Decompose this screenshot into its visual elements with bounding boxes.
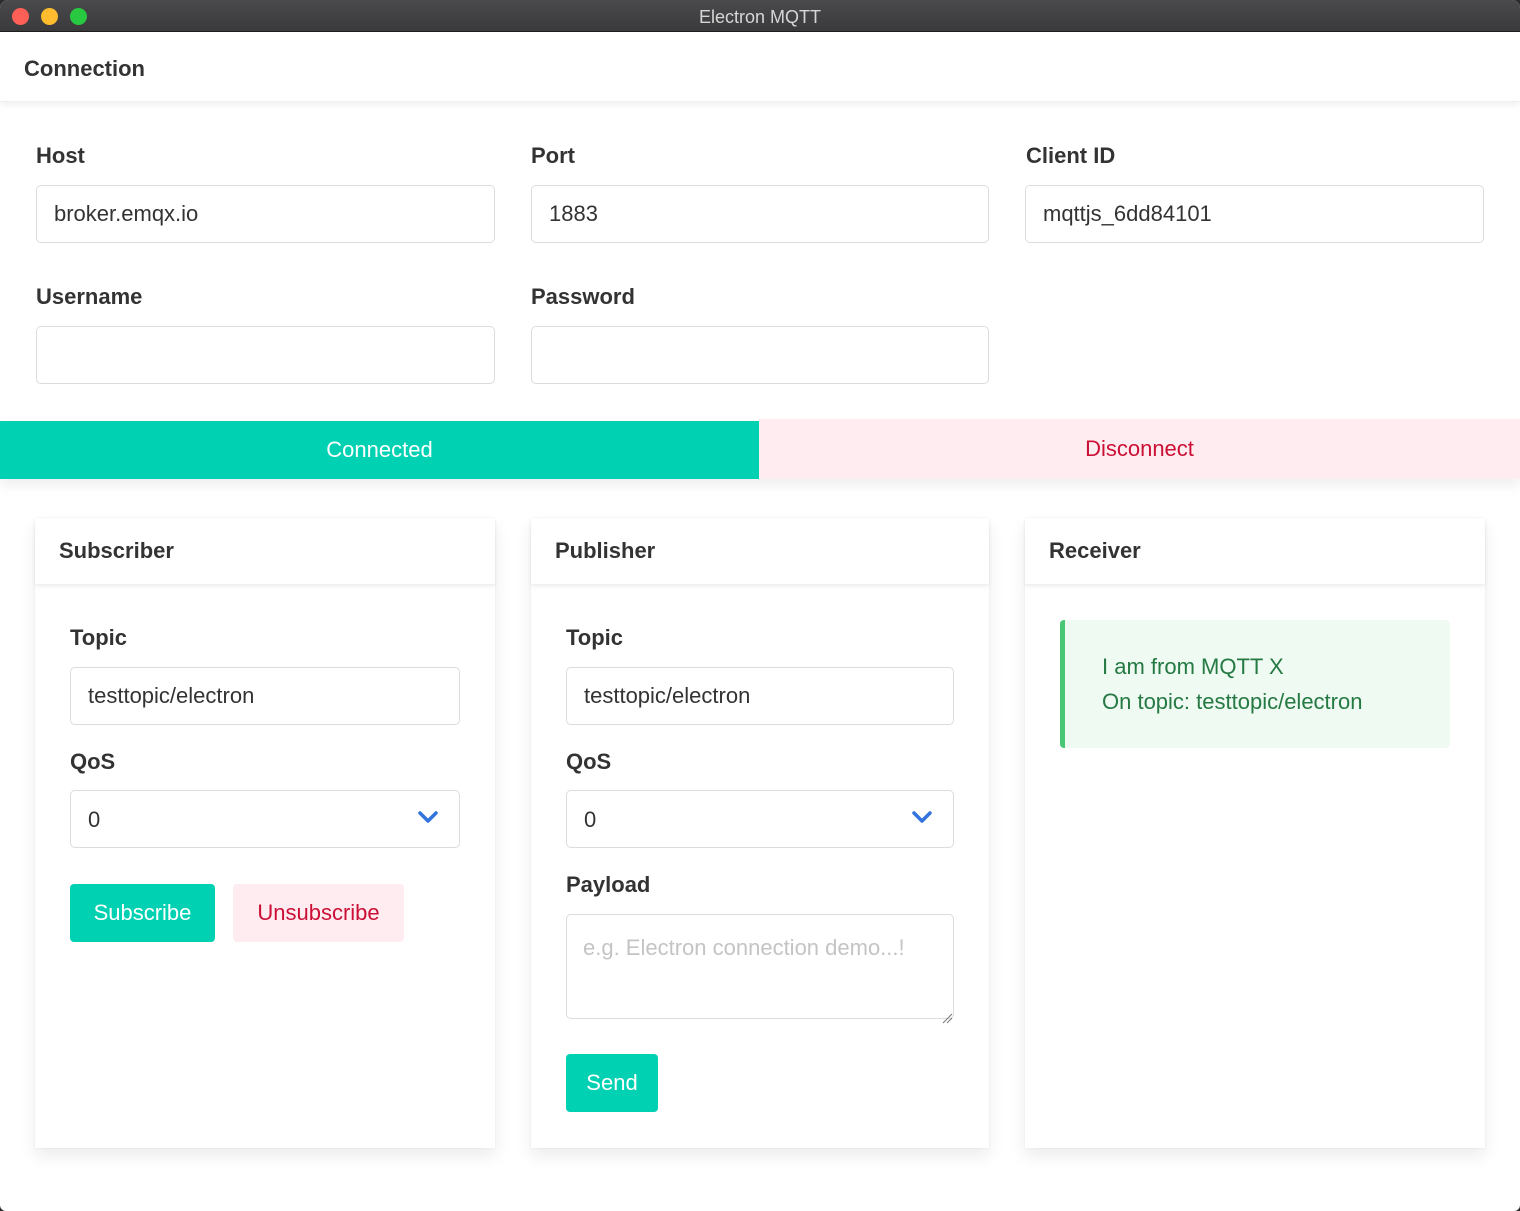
connection-heading: Connection xyxy=(24,56,145,81)
receiver-card: Receiver I am from MQTT X On topic: test… xyxy=(1025,518,1485,1148)
publisher-topic-input[interactable] xyxy=(566,667,954,725)
subscriber-card-header: Subscriber xyxy=(35,518,495,585)
port-label: Port xyxy=(531,143,575,168)
username-label: Username xyxy=(36,284,143,309)
subscriber-topic-input[interactable] xyxy=(70,667,460,725)
connection-status-bar: Connected Disconnect xyxy=(0,419,1520,479)
receiver-card-header: Receiver xyxy=(1025,518,1485,585)
host-label: Host xyxy=(36,143,85,168)
client-id-label: Client ID xyxy=(1026,143,1116,168)
publisher-title: Publisher xyxy=(555,538,656,563)
payload-label: Payload xyxy=(566,872,651,897)
subscriber-qos-value: 0 xyxy=(88,807,101,832)
subscriber-title: Subscriber xyxy=(59,538,174,563)
receiver-title: Receiver xyxy=(1049,538,1141,563)
publisher-qos-value: 0 xyxy=(584,807,597,832)
title-bar: Electron MQTT xyxy=(0,0,1520,32)
subscriber-topic-label: Topic xyxy=(70,625,128,650)
password-label: Password xyxy=(531,284,635,309)
window-title: Electron MQTT xyxy=(698,7,822,27)
host-input[interactable] xyxy=(36,185,495,243)
publisher-card: Publisher Topic QoS 0 Payload Send xyxy=(531,518,989,1148)
port-input[interactable] xyxy=(531,185,989,243)
publisher-qos-label: QoS xyxy=(566,749,612,774)
password-input[interactable] xyxy=(531,326,989,384)
disconnect-button[interactable]: Disconnect xyxy=(759,419,1520,479)
client-id-input[interactable] xyxy=(1025,185,1484,243)
publisher-topic-label: Topic xyxy=(566,625,624,650)
subscriber-qos-select[interactable]: 0 xyxy=(70,790,460,848)
received-message: I am from MQTT X On topic: testtopic/ele… xyxy=(1060,620,1450,748)
subscribe-button[interactable]: Subscribe xyxy=(70,884,215,942)
publisher-card-header: Publisher xyxy=(531,518,989,585)
subscriber-card: Subscriber Topic QoS 0 Subscribe Unsubsc… xyxy=(35,518,495,1148)
app-window: Electron MQTT Connection Host Port Clien… xyxy=(0,0,1520,1211)
connection-header: Connection xyxy=(0,32,1520,102)
payload-textarea[interactable] xyxy=(566,914,954,1019)
message-text: I am from MQTT X xyxy=(1102,654,1284,679)
unsubscribe-button[interactable]: Unsubscribe xyxy=(233,884,404,942)
send-button[interactable]: Send xyxy=(566,1054,658,1112)
publisher-qos-select[interactable]: 0 xyxy=(566,790,954,848)
connected-status-button[interactable]: Connected xyxy=(0,421,759,479)
message-topic: On topic: testtopic/electron xyxy=(1102,689,1363,714)
chevron-down-icon xyxy=(418,811,438,823)
subscriber-qos-label: QoS xyxy=(70,749,116,774)
resize-grip-icon[interactable] xyxy=(941,1012,953,1024)
chevron-down-icon xyxy=(912,811,932,823)
username-input[interactable] xyxy=(36,326,495,384)
